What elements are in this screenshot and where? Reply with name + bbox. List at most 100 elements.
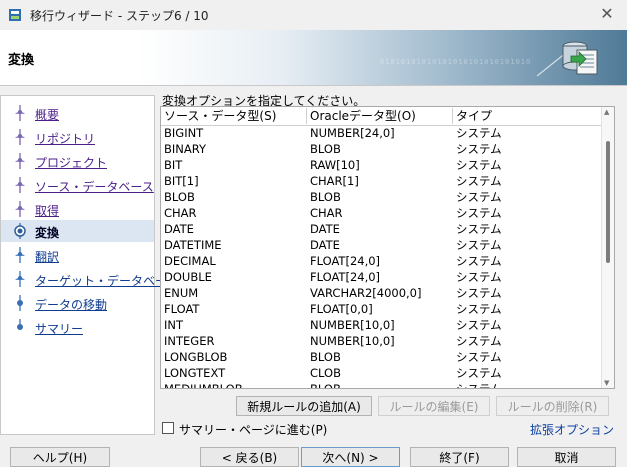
advanced-options-link[interactable]: 拡張オプション	[530, 421, 614, 438]
rule-type-cell: システム	[456, 270, 502, 284]
step-future-marker-icon	[15, 247, 25, 263]
source-type-cell: LONGBLOB	[164, 350, 228, 364]
help-button[interactable]: ヘルプ(H)	[10, 447, 110, 467]
next-button[interactable]: 次へ(N) >	[301, 447, 400, 467]
nav-step-label: 概要	[35, 108, 60, 122]
table-row[interactable]: INT NUMBER[10,0] システム	[161, 317, 603, 333]
column-header-type[interactable]: タイプ	[453, 108, 603, 124]
source-type-cell: LONGTEXT	[164, 366, 226, 380]
table-row[interactable]: BIGINT NUMBER[24,0] システム	[161, 125, 603, 141]
checkbox-label[interactable]: サマリー・ページに進む(P)	[179, 421, 327, 438]
rule-type-cell: システム	[456, 286, 502, 300]
rule-type-cell: システム	[456, 142, 502, 156]
rule-type-cell: システム	[456, 318, 502, 332]
nav-step-label: ソース・データベース	[35, 180, 154, 194]
table-row[interactable]: DOUBLE FLOAT[24,0] システム	[161, 269, 603, 285]
nav-step-label: ターゲット・データベース	[35, 274, 179, 288]
nav-step-target-database[interactable]: ターゲット・データベース	[1, 268, 178, 290]
rule-type-cell: システム	[456, 366, 502, 380]
source-type-cell: BIGINT	[164, 126, 204, 140]
source-type-cell: CHAR	[164, 206, 197, 220]
table-row[interactable]: BIT[1] CHAR[1] システム	[161, 173, 603, 189]
cancel-button[interactable]: 取消	[517, 447, 616, 467]
source-type-cell: INTEGER	[164, 334, 215, 348]
nav-step-capture[interactable]: 取得	[1, 198, 154, 220]
edit-rule-button[interactable]: ルールの編集(E)	[378, 396, 490, 416]
table-row[interactable]: LONGBLOB BLOB システム	[161, 349, 603, 365]
step-done-marker-icon	[15, 129, 25, 145]
oracle-type-cell: DATE	[310, 238, 340, 252]
rule-type-cell: システム	[456, 302, 502, 316]
step-done-marker-icon	[15, 177, 25, 193]
close-icon[interactable]: ✕	[597, 4, 617, 23]
oracle-type-cell: VARCHAR2[4000,0]	[310, 286, 422, 300]
finish-button[interactable]: 終了(F)	[410, 447, 509, 467]
step-navigation: 概要 リポジトリ プロジェクト ソース・データベース 取得 変換 翻訳 ターゲッ…	[0, 95, 178, 435]
nav-step-translate[interactable]: 翻訳	[1, 244, 154, 266]
oracle-type-cell: RAW[10]	[310, 158, 360, 172]
nav-step-project[interactable]: プロジェクト	[1, 150, 154, 172]
table-row[interactable]: INTEGER NUMBER[10,0] システム	[161, 333, 603, 349]
rule-type-cell: システム	[456, 174, 502, 188]
delete-rule-button[interactable]: ルールの削除(R)	[496, 396, 609, 416]
oracle-type-cell: BLOB	[310, 190, 341, 204]
source-type-cell: FLOAT	[164, 302, 200, 316]
table-row[interactable]: BINARY BLOB システム	[161, 141, 603, 157]
step-current-marker-icon	[14, 223, 26, 239]
source-type-cell: BIT	[164, 158, 183, 172]
nav-step-source-database[interactable]: ソース・データベース	[1, 174, 154, 196]
window-title: 移行ウィザード - ステップ6 / 10	[30, 9, 209, 23]
oracle-type-cell: NUMBER[10,0]	[310, 318, 395, 332]
database-migration-icon	[537, 41, 598, 77]
table-row[interactable]: BIT RAW[10] システム	[161, 157, 603, 173]
step-done-marker-icon	[15, 105, 25, 121]
rule-type-cell: システム	[456, 350, 502, 364]
step-future-marker-icon	[17, 295, 23, 311]
nav-step-label: サマリー	[35, 322, 84, 336]
table-row[interactable]: BLOB BLOB システム	[161, 189, 603, 205]
table-row[interactable]: DATETIME DATE システム	[161, 237, 603, 253]
oracle-type-cell: BLOB	[310, 142, 341, 156]
step-done-marker-icon	[15, 201, 25, 217]
source-type-cell: DECIMAL	[164, 254, 216, 268]
nav-step-move-data[interactable]: データの移動	[1, 292, 154, 314]
checkbox-box[interactable]	[162, 422, 174, 434]
table-row[interactable]: CHAR CHAR システム	[161, 205, 603, 221]
nav-step-overview[interactable]: 概要	[1, 102, 154, 124]
table-row[interactable]: LONGTEXT CLOB システム	[161, 365, 603, 381]
wizard-button-bar: ヘルプ(H) < 戻る(B) 次へ(N) > 終了(F) 取消	[0, 444, 627, 467]
source-type-cell: BLOB	[164, 190, 195, 204]
table-row[interactable]: DATE DATE システム	[161, 221, 603, 237]
app-icon	[9, 9, 21, 21]
source-type-cell: BINARY	[164, 142, 207, 156]
oracle-type-cell: DATE	[310, 222, 340, 236]
scroll-up-arrow-icon[interactable]: ▲	[604, 108, 609, 116]
back-button[interactable]: < 戻る(B)	[200, 447, 299, 467]
nav-step-label: プロジェクト	[35, 156, 108, 170]
oracle-type-cell: FLOAT[24,0]	[310, 270, 381, 284]
rule-type-cell: システム	[456, 158, 502, 172]
table-vertical-scrollbar[interactable]: ▲ ▼	[601, 107, 614, 388]
oracle-type-cell: FLOAT[0,0]	[310, 302, 373, 316]
nav-step-convert[interactable]: 変換	[1, 220, 154, 242]
scroll-down-arrow-icon[interactable]: ▼	[604, 379, 609, 387]
step-banner: 変換 01010101010101010101010101010	[0, 30, 627, 86]
scrollbar-thumb[interactable]	[606, 141, 610, 263]
nav-step-repository[interactable]: リポジトリ	[1, 126, 154, 148]
conversion-rules-table: ソース・データ型(S) Oracleデータ型(O) タイプ BIGINT NUMB…	[160, 106, 615, 389]
source-type-cell: DOUBLE	[164, 270, 212, 284]
rule-type-cell: システム	[456, 382, 502, 389]
table-row[interactable]: DECIMAL FLOAT[24,0] システム	[161, 253, 603, 269]
column-header-source-type[interactable]: ソース・データ型(S)	[161, 108, 307, 124]
table-row[interactable]: MEDIUMBLOB BLOB システム	[161, 381, 603, 389]
source-type-cell: MEDIUMBLOB	[164, 382, 243, 389]
table-header: ソース・データ型(S) Oracleデータ型(O) タイプ	[161, 107, 603, 126]
nav-step-label: 取得	[35, 204, 60, 218]
step-title: 変換	[8, 53, 35, 68]
step-future-marker-icon	[17, 319, 23, 330]
table-row[interactable]: FLOAT FLOAT[0,0] システム	[161, 301, 603, 317]
table-row[interactable]: ENUM VARCHAR2[4000,0] システム	[161, 285, 603, 301]
nav-step-summary[interactable]: サマリー	[1, 316, 154, 338]
column-header-oracle-type[interactable]: Oracleデータ型(O)	[307, 108, 453, 124]
add-rule-button[interactable]: 新規ルールの追加(A)	[236, 396, 372, 416]
